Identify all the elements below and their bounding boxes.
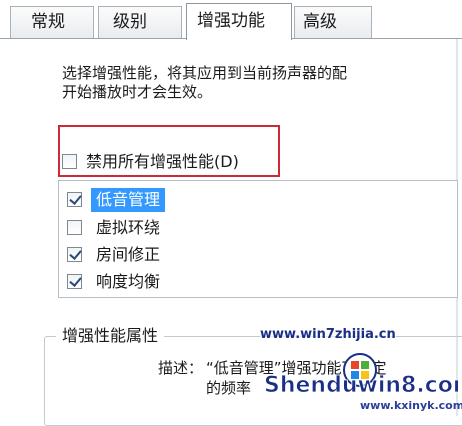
list-item-loudness-equalization[interactable]: 响度均衡: [67, 270, 427, 294]
disable-all-checkbox-box[interactable]: [62, 154, 77, 169]
tab-general[interactable]: 常规: [10, 6, 94, 38]
list-item-label: 虚拟环绕: [96, 218, 161, 237]
list-item-bass-management[interactable]: 低音管理: [67, 188, 427, 212]
description-line-1: 选择增强性能，将其应用到当前扬声器的配: [62, 64, 348, 82]
checkbox-bass-management[interactable]: [67, 192, 82, 207]
watermark-logo: Shenduwin8.com: [264, 353, 458, 398]
list-item-label: 低音管理: [91, 188, 166, 212]
property-description-line-2: 的频率: [206, 379, 252, 397]
list-item-virtual-surround[interactable]: 虚拟环绕: [67, 216, 427, 240]
tab-advanced[interactable]: 高级: [294, 6, 372, 38]
property-description-prefix: 描述：: [158, 359, 204, 377]
list-item-label: 房间修正: [96, 245, 161, 264]
watermark-url-top: www.win7zhijia.cn: [260, 327, 396, 342]
enhancement-properties-title: 增强性能属性: [56, 325, 165, 347]
description-line-2: 开始播放时才会生效。: [62, 83, 213, 101]
checkbox-room-correction[interactable]: [67, 247, 82, 262]
tab-levels[interactable]: 级别: [98, 6, 182, 38]
checkbox-virtual-surround[interactable]: [67, 220, 82, 235]
enhancements-list[interactable]: 低音管理 虚拟环绕 房间修正 响度均衡: [58, 180, 458, 298]
watermark-logo-text: Shenduwin8.com: [264, 373, 458, 398]
list-item-label: 响度均衡: [96, 272, 161, 291]
enhancement-description: 选择增强性能，将其应用到当前扬声器的配 开始播放时才会生效。: [62, 64, 462, 102]
watermark-url-bottom: www.kxinyk.com: [360, 399, 462, 412]
disable-all-label: 禁用所有增强性能(D): [86, 152, 239, 171]
list-item-room-correction[interactable]: 房间修正: [67, 243, 427, 267]
checkbox-loudness-equalization[interactable]: [67, 274, 82, 289]
tab-strip: 常规 级别 增强功能 高级: [0, 0, 462, 40]
tab-enhancements[interactable]: 增强功能: [186, 3, 292, 40]
